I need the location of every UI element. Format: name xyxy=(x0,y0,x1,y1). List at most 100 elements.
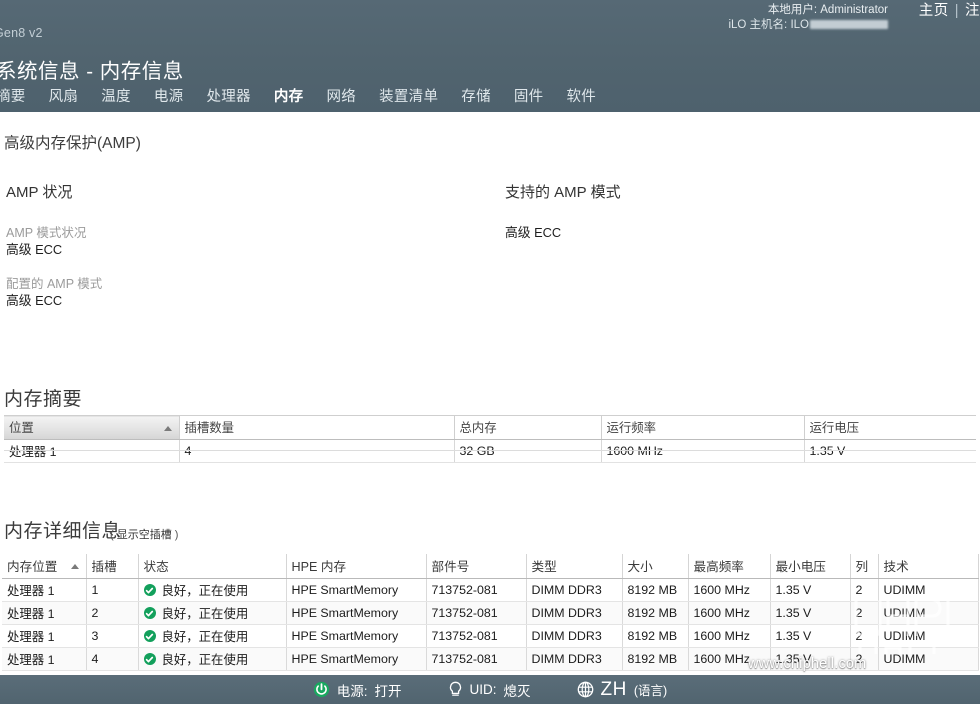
tab-10[interactable]: 软件 xyxy=(566,85,610,106)
page-header: 本地用户: Administrator iLO 主机名: ILO 主页 | 注 Ge… xyxy=(0,0,980,112)
local-user-value: Administrator xyxy=(820,4,888,16)
tab-1[interactable]: 风扇 xyxy=(49,85,93,106)
cell-10: UDIMM xyxy=(878,647,979,671)
tab-0[interactable]: 摘要 xyxy=(0,85,40,106)
column-header-label: 最小电压 xyxy=(775,560,826,574)
status-badge: 良好，正在使用 xyxy=(143,650,286,668)
cell-0: 处理器 1 xyxy=(4,439,180,463)
cell-10: UDIMM xyxy=(878,601,979,625)
language-item[interactable]: ZH (语言) xyxy=(577,678,667,701)
cell-9: 2 xyxy=(850,578,879,602)
sublink-close-paren: ) xyxy=(174,529,179,541)
status-badge: 良好，正在使用 xyxy=(143,604,286,622)
table-row[interactable]: 处理器 1 1 良好，正在使用 HPE SmartMemory 713752-081 DI… xyxy=(2,578,979,602)
column-header-4[interactable]: 运行电压 xyxy=(804,415,976,440)
cell-2: 良好，正在使用 xyxy=(138,601,287,625)
column-header-5[interactable]: 类型 xyxy=(526,554,623,579)
tab-label: 风扇 xyxy=(48,89,79,105)
status-text: 良好，正在使用 xyxy=(161,653,249,667)
table-row[interactable]: 处理器 1 4 32 GB 1600 MHz 1.35 V xyxy=(4,439,976,463)
amp-supported-heading: 支持的 AMP 模式 xyxy=(505,184,621,201)
cell-8: 1.35 V xyxy=(770,647,851,671)
local-user-label: 本地用户: xyxy=(767,4,818,16)
status-ok-check-icon xyxy=(143,630,156,642)
column-header-0[interactable]: 内存位置 xyxy=(2,554,87,579)
cell-10: UDIMM xyxy=(878,624,979,648)
table-row[interactable]: 处理器 1 3 良好，正在使用 HPE SmartMemory 713752-081 DI… xyxy=(2,624,979,648)
cell-8: 1.35 V xyxy=(770,624,851,648)
column-header-3[interactable]: 运行频率 xyxy=(601,415,805,440)
tab-label: 固件 xyxy=(513,89,544,105)
column-header-7[interactable]: 最高频率 xyxy=(688,554,771,579)
cell-7: 1600 MHz xyxy=(688,647,771,671)
power-icon xyxy=(313,681,330,698)
server-model: Gen8 v2 xyxy=(0,26,43,40)
ilo-hostname-value: ILO xyxy=(790,19,809,31)
column-header-label: 运行频率 xyxy=(606,421,657,435)
language-code: ZH xyxy=(600,678,627,700)
column-header-0[interactable]: 位置 xyxy=(4,415,180,440)
tab-9[interactable]: 固件 xyxy=(514,85,558,106)
cell-0: 处理器 1 xyxy=(2,601,87,625)
column-header-6[interactable]: 大小 xyxy=(622,554,689,579)
column-header-2[interactable]: 总内存 xyxy=(454,415,602,440)
tab-2[interactable]: 温度 xyxy=(101,85,145,106)
column-header-8[interactable]: 最小电压 xyxy=(770,554,851,579)
memory-summary-body: 处理器 1 4 32 GB 1600 MHz 1.35 V xyxy=(4,439,976,463)
page-title: 系统信息 - 内存信息 xyxy=(0,60,184,83)
tab-5[interactable]: 内存 xyxy=(274,85,318,106)
memory-detail-title: 内存详细信息 xyxy=(4,521,122,542)
logout-link[interactable]: 注 xyxy=(965,3,980,19)
cell-1: 2 xyxy=(86,601,139,625)
column-header-1[interactable]: 插槽数量 xyxy=(179,415,455,440)
tab-8[interactable]: 存储 xyxy=(461,85,505,106)
cell-4: 713752-081 xyxy=(426,578,527,602)
column-header-4[interactable]: 部件号 xyxy=(426,554,527,579)
tab-4[interactable]: 处理器 xyxy=(206,85,264,106)
tab-7[interactable]: 装置清单 xyxy=(379,85,452,106)
column-header-label: 类型 xyxy=(531,560,557,574)
memory-detail-header-row: 内存位置 插槽 状态 HPE 内存 部件号 类型 大小 最高频率 最小电压 列技术 xyxy=(2,554,979,579)
column-header-label: 运行电压 xyxy=(809,421,860,435)
ilo-hostname-label: iLO 主机名: xyxy=(728,19,788,31)
amp-section-title: 高级内存保护(AMP) xyxy=(4,135,141,152)
amp-mode-status-value: 高级 ECC xyxy=(6,242,63,257)
table-row[interactable]: 处理器 1 2 良好，正在使用 HPE SmartMemory 713752-081 DI… xyxy=(2,601,979,625)
cell-5: DIMM DDR3 xyxy=(526,578,623,602)
column-header-1[interactable]: 插槽 xyxy=(86,554,139,579)
home-link[interactable]: 主页 xyxy=(919,3,949,19)
summary-table-bottom-edge xyxy=(4,450,976,451)
uid-status-item[interactable]: UID: 熄灭 xyxy=(448,680,531,700)
power-label: 电源: xyxy=(336,683,368,699)
column-header-label: 插槽数量 xyxy=(184,421,235,435)
show-empty-slots-link[interactable]: 显示空插槽 xyxy=(117,529,172,541)
column-header-label: HPE 内存 xyxy=(291,560,347,574)
column-header-label: 列 xyxy=(855,560,869,574)
table-row[interactable]: 处理器 1 4 良好，正在使用 HPE SmartMemory 713752-081 DI… xyxy=(2,647,979,671)
cell-9: 2 xyxy=(850,647,879,671)
cell-6: 8192 MB xyxy=(622,624,689,648)
cell-8: 1.35 V xyxy=(770,578,851,602)
link-separator: | xyxy=(954,3,959,19)
cell-2: 32 GB xyxy=(454,439,602,463)
tab-6[interactable]: 网络 xyxy=(326,85,370,106)
column-header-9[interactable]: 列 xyxy=(850,554,879,579)
memory-summary-title: 内存摘要 xyxy=(4,389,83,410)
local-user-row: 本地用户: Administrator xyxy=(728,3,888,18)
cell-3: HPE SmartMemory xyxy=(286,647,427,671)
cell-0: 处理器 1 xyxy=(2,578,87,602)
bottom-status-bar: 电源: 打开 UID: 熄灭 ZH (语言) xyxy=(0,675,980,704)
cell-2: 良好，正在使用 xyxy=(138,578,287,602)
globe-icon xyxy=(577,681,594,698)
column-header-3[interactable]: HPE 内存 xyxy=(286,554,427,579)
uid-lamp-icon xyxy=(448,681,463,698)
cell-5: DIMM DDR3 xyxy=(526,647,623,671)
tab-3[interactable]: 电源 xyxy=(154,85,198,106)
power-status-item[interactable]: 电源: 打开 xyxy=(313,680,402,700)
column-header-2[interactable]: 状态 xyxy=(138,554,287,579)
cell-5: DIMM DDR3 xyxy=(526,624,623,648)
redacted-hostname-block xyxy=(810,20,888,29)
sort-ascending-icon xyxy=(70,564,79,569)
tab-label: 温度 xyxy=(101,89,131,105)
column-header-10[interactable]: 技术 xyxy=(878,554,979,579)
